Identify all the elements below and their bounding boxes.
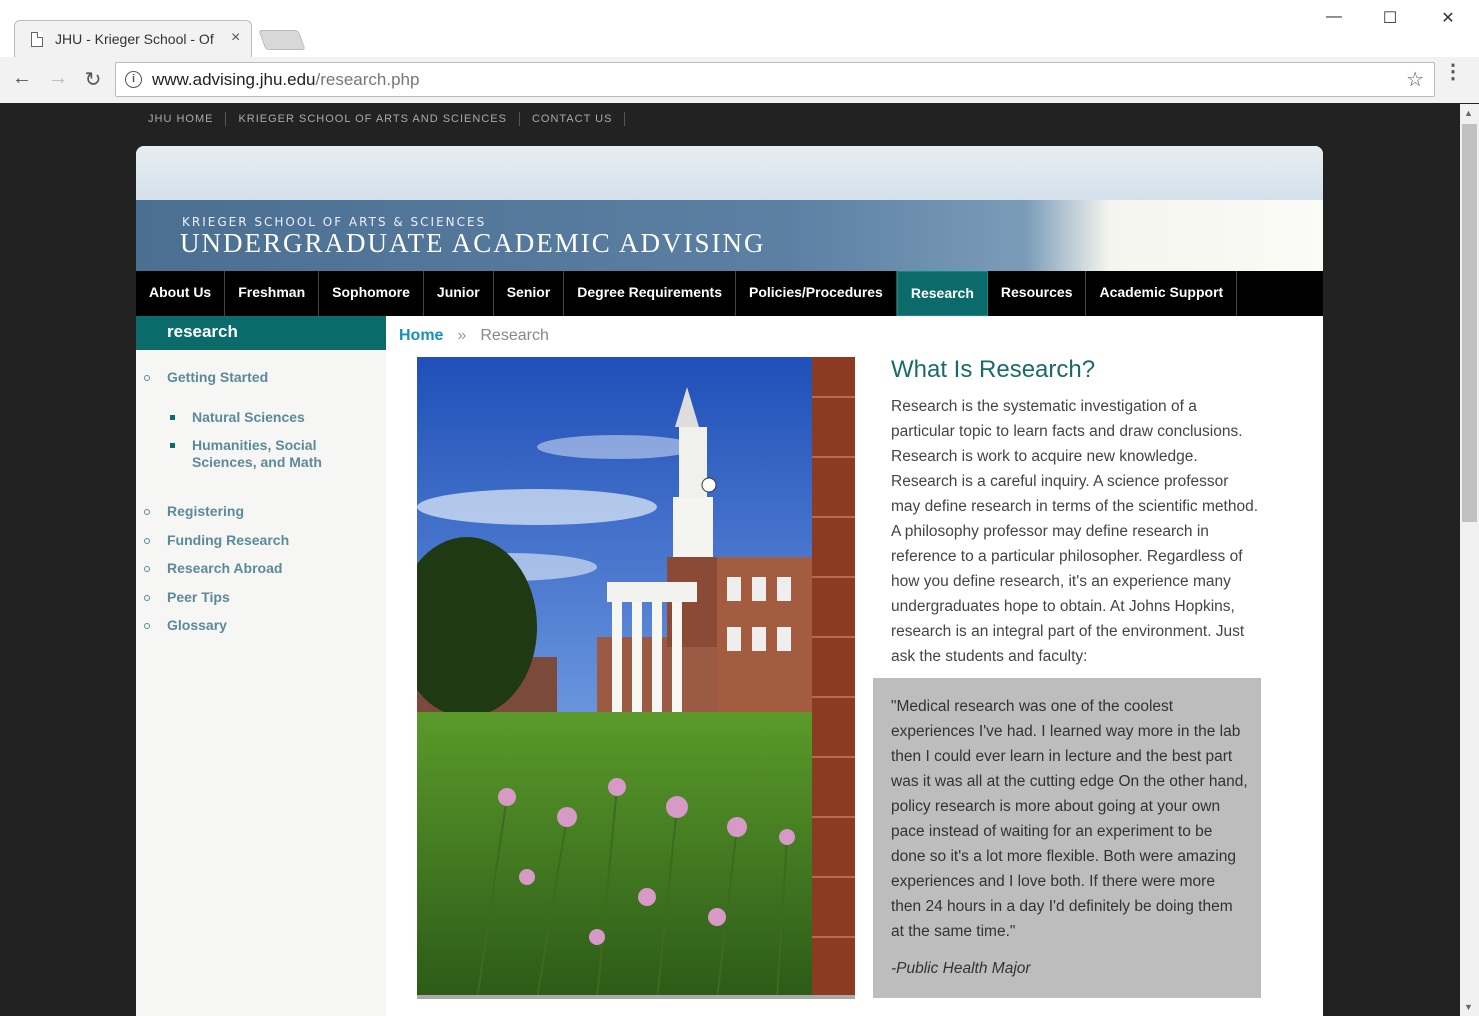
nav-policies-procedures[interactable]: Policies/Procedures — [736, 271, 897, 316]
article: What Is Research? Research is the system… — [891, 356, 1261, 669]
new-tab-button[interactable] — [258, 30, 306, 50]
nav-research[interactable]: Research — [896, 271, 988, 316]
breadcrumb-home-link[interactable]: Home — [399, 327, 443, 344]
nav-degree-requirements[interactable]: Degree Requirements — [564, 271, 736, 316]
breadcrumb-current: Research — [480, 327, 549, 344]
browser-tab[interactable]: JHU - Krieger School - Of × — [14, 20, 252, 57]
site-container: KRIEGER SCHOOL OF ARTS & SCIENCES UNDERG… — [136, 146, 1323, 1016]
back-button[interactable]: ← — [10, 67, 34, 90]
url-path: /research.php — [315, 70, 420, 89]
banner-school-name: KRIEGER SCHOOL OF ARTS & SCIENCES — [182, 215, 487, 229]
tab-title: JHU - Krieger School - Of — [55, 31, 214, 47]
sidebar-item-research-abroad[interactable]: Research Abroad — [136, 560, 386, 576]
nav-junior[interactable]: Junior — [424, 271, 494, 316]
article-body: Research is the systematic investigation… — [891, 398, 1258, 665]
scrollbar-thumb[interactable] — [1462, 124, 1477, 522]
minimize-button[interactable]: — — [1324, 8, 1344, 26]
sidebar-list: Getting Started Natural Sciences Humanit… — [136, 369, 386, 633]
url-domain: www.advising.jhu.edu — [152, 70, 316, 89]
banner-title: UNDERGRADUATE ACADEMIC ADVISING — [180, 228, 766, 258]
article-heading: What Is Research? — [891, 356, 1096, 383]
site-banner[interactable]: KRIEGER SCHOOL OF ARTS & SCIENCES UNDERG… — [136, 146, 1323, 271]
tab-close-icon[interactable]: × — [231, 29, 240, 47]
browser-toolbar: ← → ↻ i www.advising.jhu.edu/research.ph… — [0, 57, 1479, 103]
campus-building-photo — [417, 357, 855, 999]
nav-academic-support[interactable]: Academic Support — [1086, 271, 1238, 316]
nav-sophomore[interactable]: Sophomore — [319, 271, 424, 316]
forward-button[interactable]: → — [46, 67, 70, 90]
browser-chrome: JHU - Krieger School - Of × — ☐ ✕ ← → ↻ … — [0, 0, 1479, 103]
quote-text: "Medical research was one of the coolest… — [891, 698, 1248, 940]
maximize-button[interactable]: ☐ — [1380, 8, 1400, 28]
bookmark-star-icon[interactable]: ☆ — [1406, 67, 1424, 92]
quote-attribution: -Public Health Major — [891, 960, 1031, 977]
info-icon[interactable]: i — [125, 71, 142, 88]
utility-link-contact[interactable]: CONTACT US — [520, 112, 626, 126]
sidebar-heading: research — [136, 316, 386, 350]
url-text[interactable]: www.advising.jhu.edu/research.php — [152, 70, 419, 90]
nav-about-us[interactable]: About Us — [136, 271, 226, 316]
reload-button[interactable]: ↻ — [81, 67, 105, 92]
sidebar-item-funding-research[interactable]: Funding Research — [136, 532, 386, 548]
utility-nav: JHU HOME KRIEGER SCHOOL OF ARTS AND SCIE… — [136, 104, 626, 134]
sidebar: research Getting Started Natural Science… — [136, 316, 386, 1016]
window-close-button[interactable]: ✕ — [1438, 8, 1458, 28]
sidebar-item-getting-started[interactable]: Getting Started — [136, 369, 386, 385]
utility-link-jhu-home[interactable]: JHU HOME — [136, 112, 227, 126]
tab-strip: JHU - Krieger School - Of × — ☐ ✕ — [0, 0, 1479, 57]
sidebar-item-registering[interactable]: Registering — [136, 503, 386, 519]
page-viewport: JHU HOME KRIEGER SCHOOL OF ARTS AND SCIE… — [0, 104, 1460, 1016]
utility-link-krieger[interactable]: KRIEGER SCHOOL OF ARTS AND SCIENCES — [226, 112, 520, 126]
sidebar-item-humanities[interactable]: Humanities, Social Sciences, and Math — [136, 437, 346, 471]
main-content: Home » Research What Is Research? Researc… — [386, 316, 1323, 1016]
student-quote: "Medical research was one of the coolest… — [873, 678, 1261, 998]
browser-menu-icon[interactable]: ⋮ — [1443, 62, 1463, 82]
sidebar-item-peer-tips[interactable]: Peer Tips — [136, 589, 386, 605]
page-scrollbar[interactable]: ▲ ▼ — [1460, 104, 1479, 1016]
nav-freshman[interactable]: Freshman — [225, 271, 320, 316]
address-bar[interactable]: i www.advising.jhu.edu/research.php ☆ — [115, 62, 1435, 97]
scroll-up-arrow-icon[interactable]: ▲ — [1464, 108, 1473, 118]
sidebar-item-glossary[interactable]: Glossary — [136, 617, 386, 633]
nav-senior[interactable]: Senior — [494, 271, 565, 316]
main-nav: About Us Freshman Sophomore Junior Senio… — [136, 271, 1323, 316]
breadcrumb: Home » Research — [399, 327, 549, 345]
nav-resources[interactable]: Resources — [988, 271, 1087, 316]
scroll-down-arrow-icon[interactable]: ▼ — [1464, 1002, 1473, 1012]
breadcrumb-separator: » — [457, 327, 467, 344]
sidebar-item-natural-sciences[interactable]: Natural Sciences — [136, 409, 386, 425]
page-icon — [31, 32, 43, 47]
